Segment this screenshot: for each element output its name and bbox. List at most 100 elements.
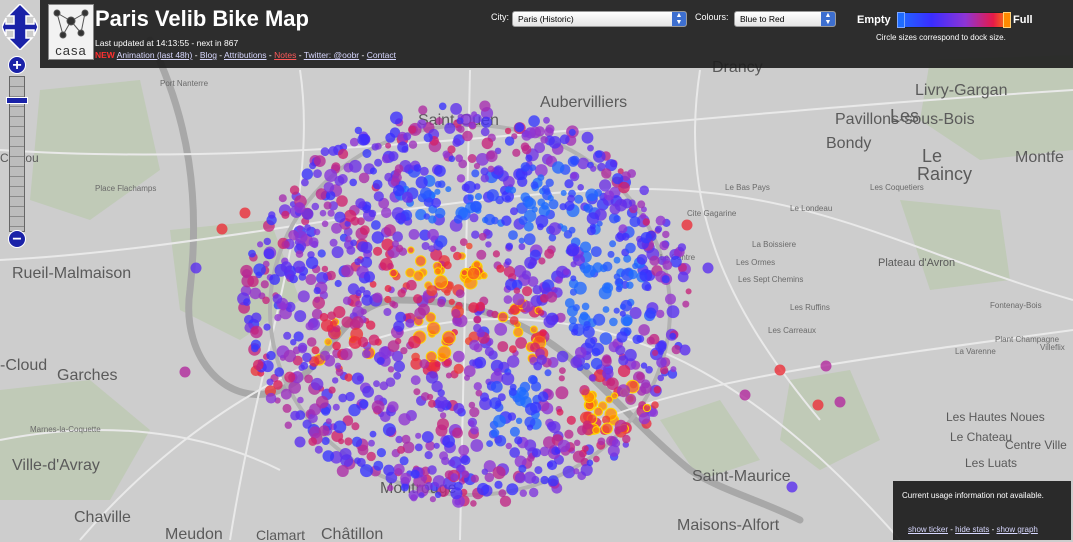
station-circle[interactable] [667, 305, 680, 318]
station-circle[interactable] [349, 179, 357, 187]
twitter-link[interactable]: Twitter: @oobr [304, 50, 359, 60]
station-circle[interactable] [603, 355, 611, 363]
station-circle[interactable] [510, 316, 519, 325]
station-circle[interactable] [336, 368, 344, 376]
station-circle[interactable] [599, 179, 611, 191]
show-ticker-link[interactable]: show ticker [908, 525, 948, 534]
station-circle[interactable] [442, 435, 455, 448]
station-circle[interactable] [295, 231, 307, 243]
station-circle[interactable] [436, 425, 448, 437]
station-circle[interactable] [534, 466, 542, 474]
station-circle[interactable] [493, 415, 506, 428]
station-circle[interactable] [406, 280, 417, 291]
station-circle[interactable] [505, 128, 511, 134]
station-circle[interactable] [418, 105, 427, 114]
station-circle[interactable] [352, 437, 362, 447]
station-circle[interactable] [438, 389, 445, 396]
station-circle[interactable] [484, 214, 495, 225]
station-circle[interactable] [428, 400, 436, 408]
station-circle[interactable] [470, 426, 479, 435]
station-circle[interactable] [507, 355, 519, 367]
station-circle[interactable] [528, 375, 537, 384]
station-circle[interactable] [418, 304, 430, 316]
station-circle[interactable] [450, 473, 458, 481]
station-circle[interactable] [505, 136, 514, 145]
station-circle[interactable] [618, 355, 628, 365]
station-circle[interactable] [552, 161, 564, 173]
station-circle[interactable] [617, 384, 630, 397]
station-circle[interactable] [320, 210, 327, 217]
station-circle[interactable] [438, 346, 451, 359]
station-circle[interactable] [659, 241, 668, 250]
station-circle[interactable] [437, 299, 445, 307]
station-circle[interactable] [251, 340, 261, 350]
station-circle[interactable] [251, 313, 261, 323]
station-circle[interactable] [518, 465, 526, 473]
station-circle[interactable] [522, 270, 531, 279]
station-circle[interactable] [434, 443, 440, 449]
station-circle[interactable] [383, 308, 391, 316]
station-circle[interactable] [324, 202, 332, 210]
station-circle[interactable] [522, 286, 532, 296]
station-circle[interactable] [433, 475, 445, 487]
station-circle[interactable] [494, 323, 507, 336]
station-circle[interactable] [306, 257, 318, 269]
station-circle[interactable] [345, 236, 352, 243]
station-circle[interactable] [354, 457, 361, 464]
zoom-in-button[interactable]: + [8, 56, 26, 74]
station-circle[interactable] [328, 210, 335, 217]
station-circle[interactable] [541, 202, 549, 210]
station-circle[interactable] [618, 224, 627, 233]
station-circle[interactable] [279, 194, 287, 202]
station-circle[interactable] [505, 258, 512, 265]
station-circle[interactable] [498, 312, 508, 322]
station-circle[interactable] [626, 282, 633, 289]
station-circle[interactable] [606, 377, 619, 390]
station-circle[interactable] [305, 274, 316, 285]
station-circle[interactable] [630, 216, 641, 227]
station-circle[interactable] [514, 287, 521, 294]
station-circle[interactable] [403, 132, 411, 140]
station-circle[interactable] [591, 358, 602, 369]
station-circle[interactable] [470, 213, 479, 222]
station-circle[interactable] [525, 155, 532, 162]
station-circle[interactable] [469, 122, 475, 128]
station-circle[interactable] [608, 445, 620, 457]
station-circle[interactable] [445, 186, 451, 192]
station-circle[interactable] [427, 394, 433, 400]
station-circle[interactable] [570, 275, 576, 281]
station-circle[interactable] [191, 263, 202, 274]
station-circle[interactable] [514, 328, 523, 337]
station-circle[interactable] [614, 308, 620, 314]
station-circle[interactable] [385, 133, 395, 143]
station-circle[interactable] [322, 266, 328, 272]
station-circle[interactable] [504, 266, 515, 277]
station-circle[interactable] [658, 349, 664, 355]
station-circle[interactable] [491, 311, 498, 318]
station-circle[interactable] [333, 404, 340, 411]
station-circle[interactable] [641, 362, 647, 368]
station-circle[interactable] [434, 165, 446, 177]
station-circle[interactable] [471, 475, 479, 483]
station-circle[interactable] [476, 390, 483, 397]
pan-control[interactable] [2, 4, 38, 50]
zoom-out-button[interactable]: − [8, 230, 26, 248]
station-circle[interactable] [497, 341, 508, 352]
station-circle[interactable] [474, 316, 481, 323]
station-circle[interactable] [470, 439, 483, 452]
station-circle[interactable] [435, 492, 441, 498]
station-circle[interactable] [622, 435, 630, 443]
station-circle[interactable] [311, 378, 323, 390]
station-circle[interactable] [387, 401, 398, 412]
station-circle[interactable] [410, 494, 417, 501]
station-circle[interactable] [506, 483, 518, 495]
station-circle[interactable] [268, 211, 275, 218]
station-circle[interactable] [351, 422, 359, 430]
station-circle[interactable] [413, 294, 422, 303]
station-circle[interactable] [531, 181, 539, 189]
station-circle[interactable] [416, 176, 428, 188]
station-circle[interactable] [575, 347, 587, 359]
station-circle[interactable] [637, 254, 648, 265]
station-circle[interactable] [461, 270, 467, 276]
station-circle[interactable] [351, 217, 360, 226]
